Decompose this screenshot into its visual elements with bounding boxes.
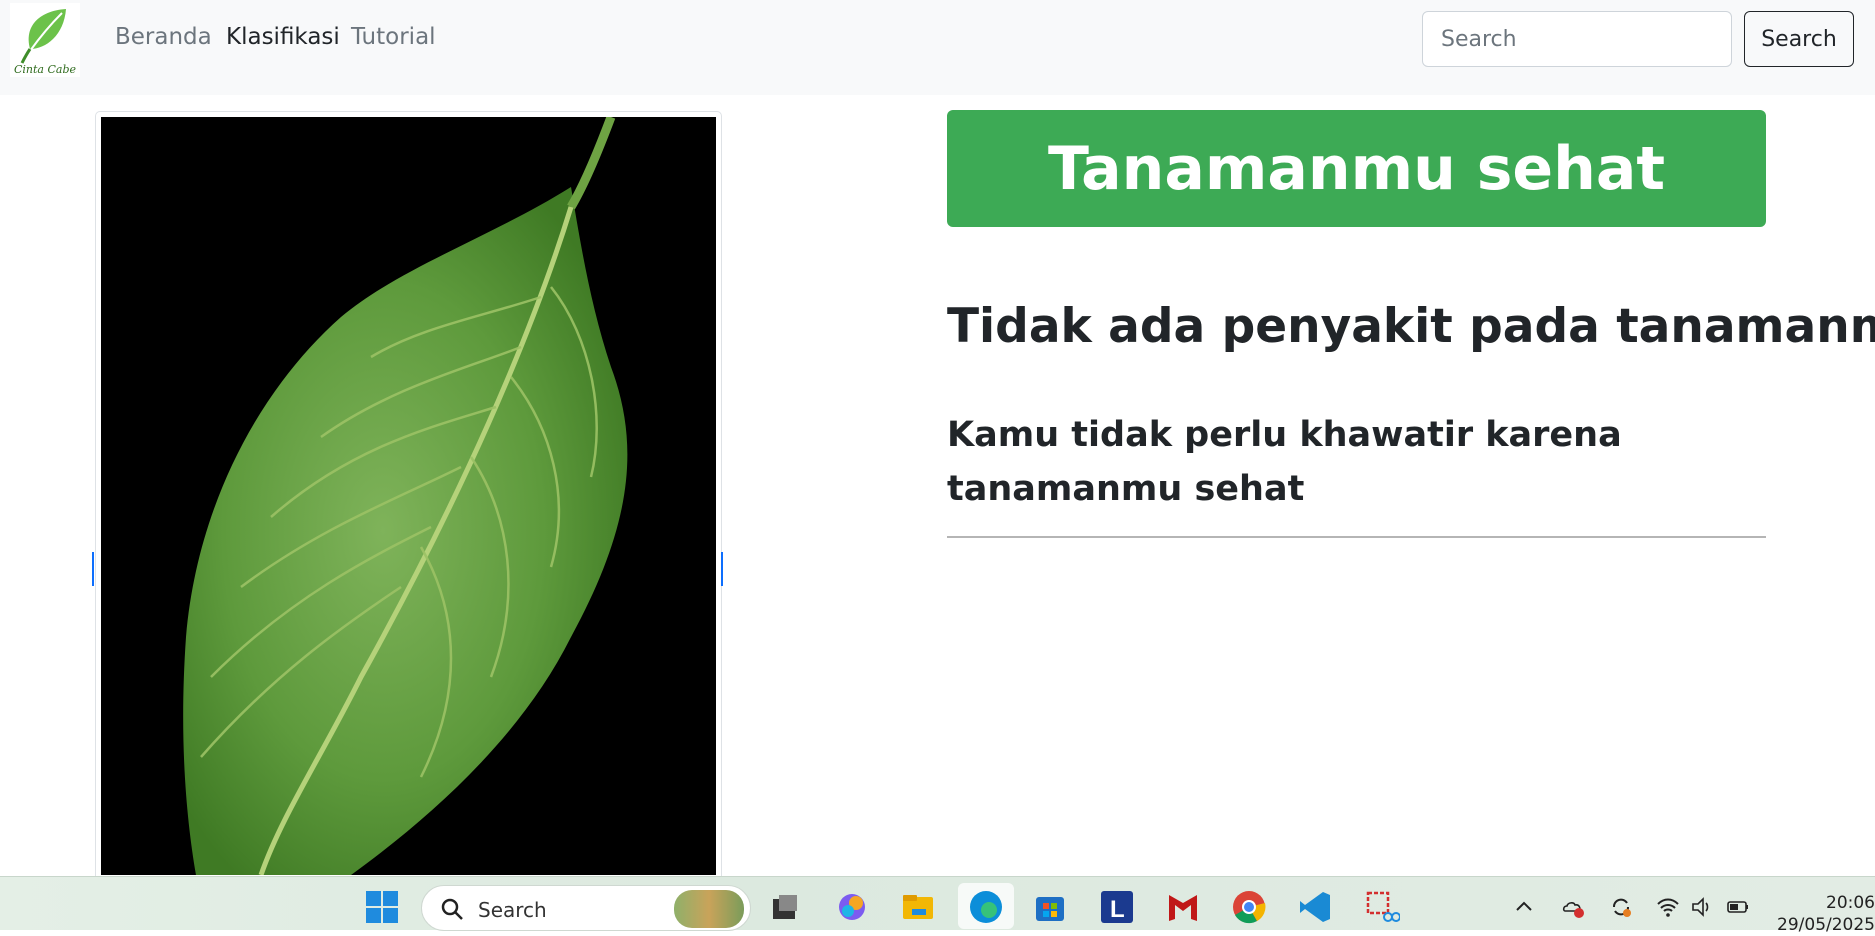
result-divider (947, 536, 1766, 538)
chrome-icon[interactable] (1231, 889, 1267, 925)
taskbar-search-placeholder: Search (478, 898, 547, 922)
search-input[interactable] (1422, 11, 1732, 67)
onedrive-error-icon[interactable] (1561, 895, 1585, 919)
nav-item-beranda[interactable]: Beranda (115, 24, 212, 50)
file-explorer-icon[interactable] (900, 889, 936, 925)
result-description: Kamu tidak perlu khawatir karena tanaman… (947, 415, 1622, 509)
clock-time: 20:06 (1826, 893, 1875, 913)
vscode-icon[interactable] (1297, 889, 1333, 925)
task-view-icon[interactable] (767, 889, 803, 925)
brand-logo[interactable]: Cinta Cabe (10, 3, 80, 77)
copilot-icon[interactable] (834, 889, 870, 925)
clock-date: 29/05/2025 (1777, 915, 1875, 935)
l-app-icon[interactable]: L (1099, 889, 1135, 925)
chevron-up-icon[interactable] (1512, 895, 1536, 919)
brand-logo-text: Cinta Cabe (13, 63, 77, 76)
os-taskbar: Search L 20:06 29/05/2025 (0, 876, 1875, 935)
mcafee-icon[interactable] (1165, 889, 1201, 925)
wifi-icon[interactable] (1656, 895, 1680, 919)
result-title: Tidak ada penyakit pada tanamanmu (947, 299, 1875, 354)
search-button[interactable]: Search (1744, 11, 1854, 67)
taskbar-search[interactable]: Search (421, 885, 751, 931)
svg-text:L: L (1110, 896, 1125, 923)
carousel-edge-mark-right (721, 552, 723, 586)
microsoft-store-icon[interactable] (1032, 889, 1068, 925)
nav-item-klasifikasi[interactable]: Klasifikasi (226, 24, 340, 50)
nav-item-tutorial[interactable]: Tutorial (351, 24, 436, 50)
carousel-edge-mark-left (92, 552, 94, 586)
leaf-logo-icon (20, 9, 66, 64)
windows-start-icon[interactable] (364, 889, 400, 925)
taskbar-clock[interactable]: 20:06 29/05/2025 (1765, 892, 1875, 936)
search-highlight-image (674, 890, 744, 928)
leaf-photo (101, 117, 716, 875)
search-icon (441, 898, 463, 920)
leaf-image-card (95, 111, 722, 891)
sync-icon[interactable] (1609, 895, 1633, 919)
result-status-banner: Tanamanmu sehat (947, 110, 1766, 227)
snipping-tool-icon[interactable] (1364, 889, 1401, 925)
volume-icon[interactable] (1690, 895, 1714, 919)
edge-browser-icon[interactable] (958, 883, 1014, 929)
navbar: Cinta Cabe Beranda Klasifikasi Tutorial … (0, 0, 1875, 95)
battery-icon[interactable] (1726, 895, 1750, 919)
